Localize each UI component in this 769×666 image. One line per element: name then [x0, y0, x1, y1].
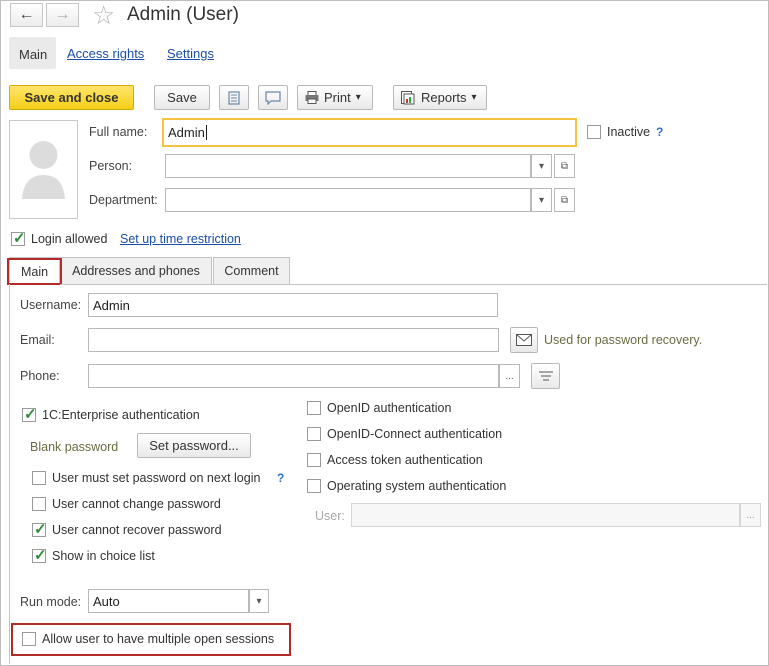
check-icon: ✓ — [24, 406, 37, 423]
phone-field[interactable] — [88, 364, 499, 388]
check-icon: ✓ — [13, 230, 26, 247]
time-restriction-link[interactable]: Set up time restriction — [120, 232, 241, 246]
tab-main[interactable]: Main — [19, 47, 47, 62]
tab-panel-left-border — [9, 284, 10, 664]
person-label: Person: — [89, 159, 133, 173]
phone-select-button[interactable]: ... — [499, 364, 520, 388]
document-list-button[interactable] — [219, 85, 249, 110]
person-open-button[interactable]: ⧉ — [554, 154, 575, 178]
arrow-right-icon: → — [54, 6, 71, 23]
reports-icon — [401, 90, 415, 104]
highlight-multiple-sessions — [11, 623, 291, 656]
phone-label: Phone: — [20, 369, 60, 383]
print-label: Print — [324, 90, 351, 105]
cannot-recover-password-label: User cannot recover password — [52, 523, 222, 537]
menu-lines-icon — [538, 371, 553, 381]
email-label: Email: — [20, 333, 55, 347]
cannot-change-password-label: User cannot change password — [52, 497, 221, 511]
comment-icon — [265, 90, 281, 105]
arrow-left-icon: ← — [18, 6, 35, 23]
check-icon: ✓ — [34, 521, 47, 538]
os-user-select-button[interactable]: ... — [740, 503, 761, 527]
help-icon[interactable]: ? — [277, 471, 284, 485]
department-label: Department: — [89, 193, 158, 207]
page-title: Admin (User) — [127, 4, 239, 25]
access-token-label: Access token authentication — [327, 453, 483, 467]
reports-button[interactable]: Reports ▾ — [393, 85, 487, 110]
open-window-icon: ⧉ — [560, 194, 569, 206]
openid-checkbox[interactable] — [307, 401, 321, 415]
print-button[interactable]: Print ▾ — [297, 85, 373, 110]
run-mode-select[interactable]: Auto — [88, 589, 249, 613]
highlight-main-tab — [7, 258, 62, 285]
cannot-change-password-checkbox[interactable] — [32, 497, 46, 511]
email-note: Used for password recovery. — [544, 333, 703, 347]
comment-button[interactable] — [258, 85, 288, 110]
openid-connect-label: OpenID-Connect authentication — [327, 427, 503, 441]
forward-button[interactable]: → — [46, 3, 79, 27]
run-mode-label: Run mode: — [20, 595, 82, 609]
avatar[interactable] — [9, 120, 78, 219]
openid-label: OpenID authentication — [327, 401, 452, 415]
tab-panel-border — [60, 284, 767, 285]
help-icon[interactable]: ? — [656, 125, 663, 139]
phone-options-button[interactable] — [531, 363, 560, 389]
inner-tab-addresses-phones[interactable]: Addresses and phones — [60, 257, 212, 284]
chevron-down-icon: ▾ — [355, 92, 361, 103]
inner-tab-comment[interactable]: Comment — [213, 257, 290, 284]
set-password-button[interactable]: Set password... — [137, 433, 251, 458]
os-auth-label: Operating system authentication — [327, 479, 507, 493]
save-and-close-button[interactable]: Save and close — [9, 85, 134, 110]
email-field[interactable] — [88, 328, 499, 352]
open-window-icon: ⧉ — [560, 160, 569, 172]
access-token-checkbox[interactable] — [307, 453, 321, 467]
enterprise-auth-label: 1C:Enterprise authentication — [42, 408, 200, 422]
show-in-choice-list-label: Show in choice list — [52, 549, 155, 563]
printer-icon — [305, 91, 319, 104]
send-email-button[interactable] — [510, 327, 538, 353]
reports-label: Reports — [421, 90, 467, 105]
openid-connect-checkbox[interactable] — [307, 427, 321, 441]
person-dropdown-button[interactable]: ▾ — [531, 154, 552, 178]
user-silhouette-icon — [22, 141, 65, 199]
login-allowed-checkbox[interactable]: ✓ — [11, 230, 26, 247]
login-allowed-label: Login allowed — [31, 232, 108, 246]
document-list-icon — [228, 90, 240, 105]
inactive-checkbox[interactable] — [587, 125, 601, 139]
tab-access-rights[interactable]: Access rights — [67, 46, 144, 61]
check-icon: ✓ — [34, 547, 47, 564]
envelope-icon — [516, 334, 532, 346]
chevron-down-icon: ▾ — [538, 194, 545, 206]
show-in-choice-list-checkbox[interactable]: ✓ — [32, 547, 47, 564]
os-auth-checkbox[interactable] — [307, 479, 321, 493]
save-button[interactable]: Save — [154, 85, 210, 110]
department-dropdown-button[interactable]: ▾ — [531, 188, 552, 212]
chevron-down-icon: ▾ — [471, 92, 477, 103]
must-set-password-checkbox[interactable] — [32, 471, 46, 485]
department-open-button[interactable]: ⧉ — [554, 188, 575, 212]
username-label: Username: — [20, 298, 82, 312]
full-name-label: Full name: — [89, 125, 148, 139]
person-field[interactable] — [165, 154, 531, 178]
blank-password-label: Blank password — [30, 440, 119, 454]
os-user-label: User: — [315, 509, 345, 523]
run-mode-dropdown-button[interactable]: ▾ — [249, 589, 269, 613]
chevron-down-icon: ▾ — [256, 595, 262, 607]
back-button[interactable]: ← — [10, 3, 43, 27]
username-field[interactable]: Admin — [88, 293, 498, 317]
department-field[interactable] — [165, 188, 531, 212]
enterprise-auth-checkbox[interactable]: ✓ — [22, 406, 37, 423]
star-icon[interactable]: ☆ — [92, 0, 115, 31]
full-name-value: Admin — [168, 125, 205, 140]
chevron-down-icon: ▾ — [538, 160, 545, 172]
tab-settings[interactable]: Settings — [167, 46, 214, 61]
cannot-recover-password-checkbox[interactable]: ✓ — [32, 521, 47, 538]
os-user-field[interactable] — [351, 503, 740, 527]
inactive-label: Inactive — [607, 125, 651, 139]
must-set-password-label: User must set password on next login — [52, 471, 261, 485]
full-name-field[interactable]: Admin — [162, 118, 577, 147]
